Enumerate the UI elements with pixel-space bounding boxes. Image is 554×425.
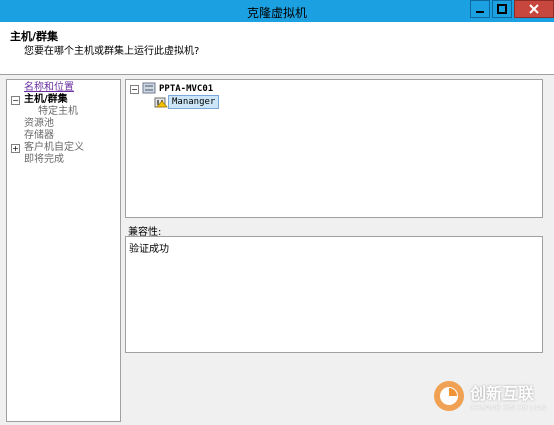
page-subtitle: 您要在哪个主机或群集上运行此虚拟机? <box>24 46 200 57</box>
collapse-icon[interactable]: − <box>11 96 20 105</box>
wizard-header: 主机/群集 您要在哪个主机或群集上运行此虚拟机? <box>0 22 554 75</box>
minimize-icon <box>476 11 484 13</box>
maximize-icon <box>497 4 507 14</box>
datacenter-icon <box>142 82 156 94</box>
nav-item-guest-customization[interactable]: 客户机自定义 <box>24 142 84 154</box>
expand-icon[interactable]: + <box>11 144 20 153</box>
nav-item-ready-to-complete[interactable]: 即将完成 <box>24 154 64 166</box>
nav-item-resource-pool[interactable]: 资源池 <box>24 118 54 130</box>
wizard-steps-nav: 名称和位置 − 主机/群集 特定主机 资源池 存储器 + 客户机自定义 即将完成 <box>6 79 121 422</box>
brand-name-en: CHUANG XIN HU LIAN <box>470 404 546 412</box>
maximize-button[interactable] <box>492 0 512 18</box>
nav-item-specific-host[interactable]: 特定主机 <box>38 106 78 118</box>
tree-node-cluster-selected[interactable]: Mananger <box>168 95 220 109</box>
compatibility-box: 验证成功 <box>125 236 543 353</box>
tree-node-datacenter[interactable]: PPTA-MVC01 <box>159 83 213 95</box>
minimize-button[interactable] <box>470 0 490 18</box>
nav-item-host-cluster[interactable]: 主机/群集 <box>24 94 68 106</box>
tree-collapse-icon[interactable]: − <box>130 85 139 94</box>
nav-item-storage[interactable]: 存储器 <box>24 130 54 142</box>
close-button[interactable] <box>514 0 554 18</box>
brand-logo-icon <box>434 381 465 411</box>
cluster-warning-icon <box>154 97 168 108</box>
window-titlebar: 克隆虚拟机 <box>0 0 554 22</box>
close-icon <box>529 4 539 14</box>
brand-watermark: 创新互联 CHUANG XIN HU LIAN <box>432 379 546 413</box>
nav-item-name-location[interactable]: 名称和位置 <box>24 82 74 94</box>
compatibility-status: 验证成功 <box>129 244 169 255</box>
brand-name-cn: 创新互联 <box>470 384 535 403</box>
host-tree-panel: − PPTA-MVC01 Mananger <box>125 79 543 218</box>
